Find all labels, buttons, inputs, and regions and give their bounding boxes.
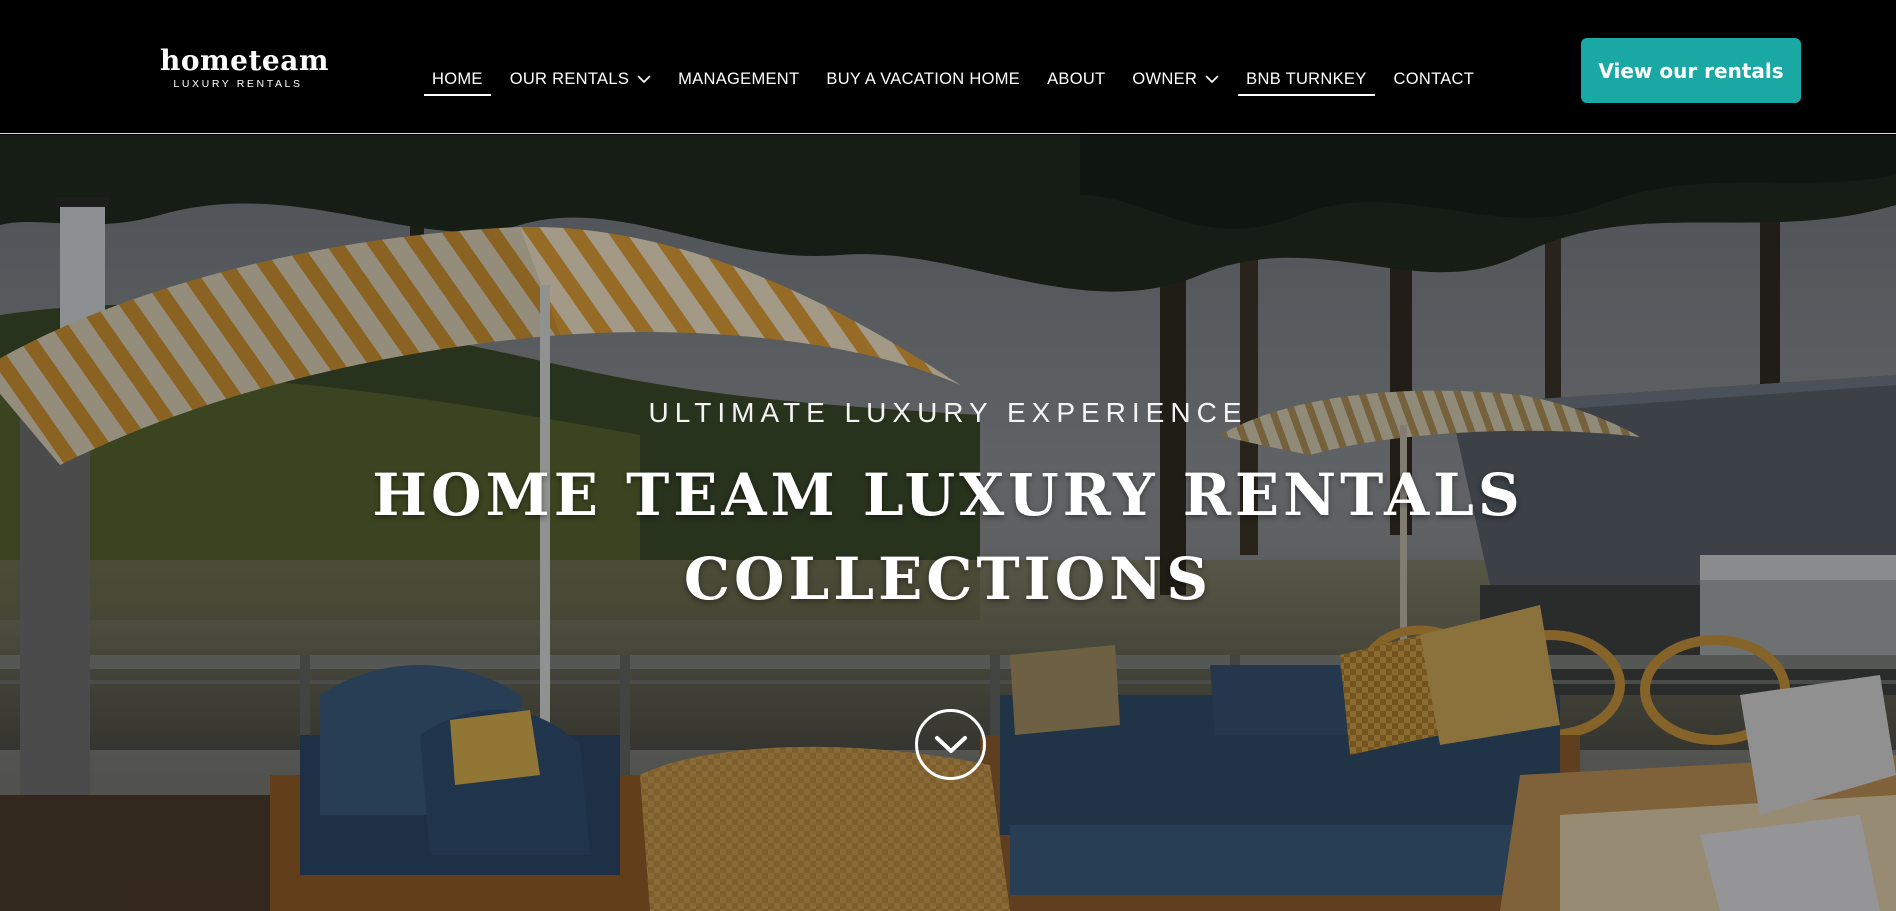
site-logo[interactable]: hometeam LUXURY RENTALS <box>160 44 329 91</box>
nav-item-about[interactable]: ABOUT <box>1039 64 1113 94</box>
nav-item-management[interactable]: MANAGEMENT <box>670 64 807 94</box>
chevron-down-icon <box>637 74 651 83</box>
nav-item-label: OUR RENTALS <box>509 69 630 88</box>
nav-item-our-rentals[interactable]: OUR RENTALS <box>502 64 659 94</box>
view-rentals-button[interactable]: View our rentals <box>1581 38 1801 103</box>
chevron-down-icon <box>1205 74 1219 83</box>
nav-item-bnb-turnkey[interactable]: BNB TURNKEY <box>1238 64 1375 96</box>
hero-title-line-1: HOME TEAM LUXURY RENTALS <box>372 461 1524 529</box>
nav-item-label: BNB TURNKEY <box>1246 69 1367 88</box>
hero-eyebrow: ULTIMATE LUXURY EXPERIENCE <box>648 397 1248 428</box>
nav-item-label: ABOUT <box>1047 69 1106 88</box>
nav-item-buy-a-vacation-home[interactable]: BUY A VACATION HOME <box>818 64 1028 94</box>
logo-tagline: LUXURY RENTALS <box>173 78 303 90</box>
main-nav: HOME OUR RENTALS MANAGEMENT BUY A VACATI… <box>424 64 1493 96</box>
nav-item-contact[interactable]: CONTACT <box>1386 64 1483 94</box>
nav-item-home[interactable]: HOME <box>424 64 491 96</box>
nav-item-label: CONTACT <box>1393 69 1475 88</box>
hero-title: HOME TEAM LUXURY RENTALS COLLECTIONS <box>0 453 1896 621</box>
nav-item-label: OWNER <box>1132 69 1198 88</box>
nav-item-owner[interactable]: OWNER <box>1124 64 1227 94</box>
hero-title-line-2: COLLECTIONS <box>683 545 1213 613</box>
logo-wordmark: hometeam <box>160 44 329 77</box>
nav-item-label: MANAGEMENT <box>678 69 800 88</box>
chevron-down-icon <box>934 735 967 753</box>
nav-item-label: HOME <box>432 69 483 88</box>
site-header: hometeam LUXURY RENTALS HOME OUR RENTALS… <box>0 0 1896 134</box>
hero-section: ULTIMATE LUXURY EXPERIENCE HOME TEAM LUX… <box>0 135 1896 911</box>
scroll-down-button[interactable] <box>915 709 986 780</box>
nav-item-label: BUY A VACATION HOME <box>826 69 1021 88</box>
